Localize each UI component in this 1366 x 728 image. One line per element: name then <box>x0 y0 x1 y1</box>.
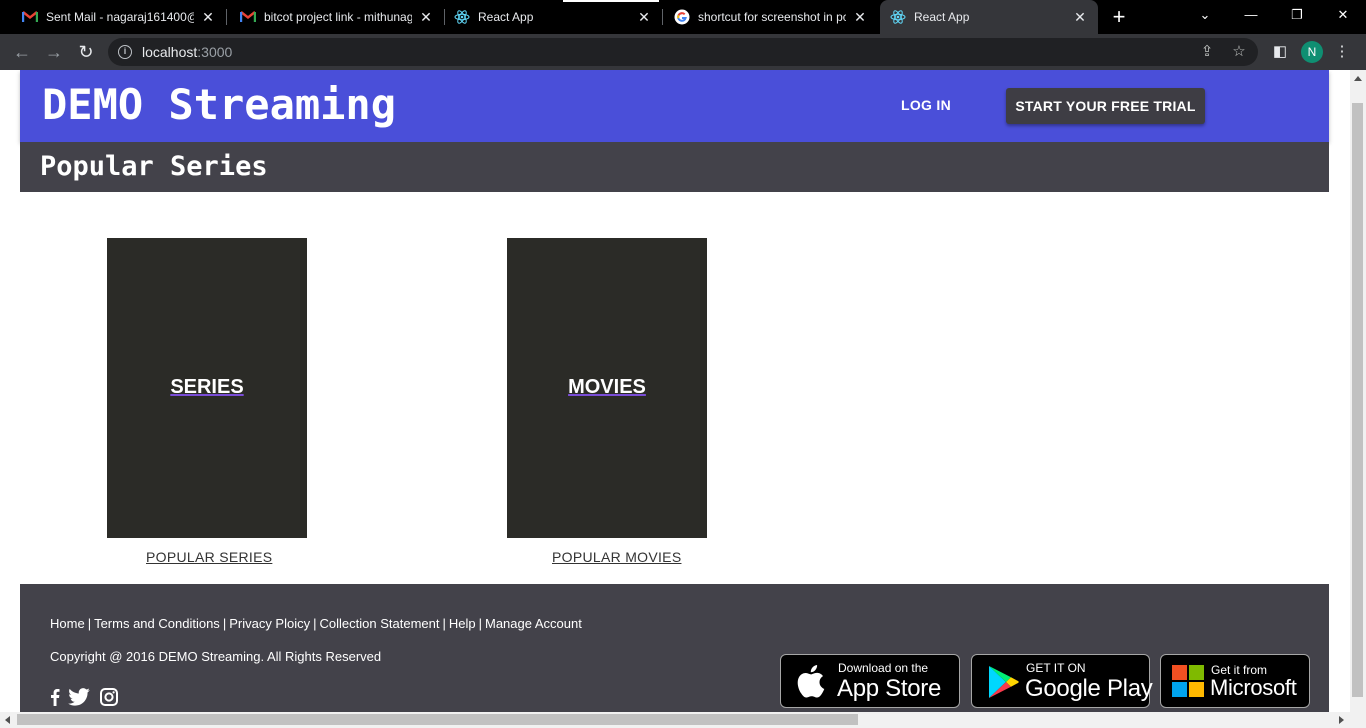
google-play-small-text: GET IT ON <box>1026 661 1086 675</box>
free-trial-button[interactable]: START YOUR FREE TRIAL <box>1006 88 1205 124</box>
apple-icon <box>795 663 825 704</box>
kebab-menu-icon[interactable]: ⋮ <box>1332 42 1352 62</box>
tab-title: React App <box>478 10 534 24</box>
tab-title: bitcot project link - mithunag <box>264 10 412 24</box>
side-panel-icon[interactable]: ◧ <box>1270 42 1290 62</box>
popular-movies-link[interactable]: POPULAR MOVIES <box>552 549 681 565</box>
close-tab-icon[interactable]: ✕ <box>852 9 868 25</box>
google-play-large-text: Google Play <box>1025 675 1153 702</box>
footer-link-collection[interactable]: Collection Statement <box>320 616 440 631</box>
app-store-badge[interactable]: Download on the App Store <box>780 654 960 708</box>
react-icon <box>454 9 470 25</box>
react-icon <box>890 9 906 25</box>
forward-arrow-icon[interactable]: → <box>42 40 66 64</box>
tab-bitcot-project[interactable]: bitcot project link - mithunag ✕ <box>218 0 444 34</box>
gmail-icon <box>22 9 38 25</box>
tab-title: Sent Mail - nagaraj161400@ <box>46 10 194 24</box>
new-tab-icon[interactable]: + <box>1108 6 1130 28</box>
url-port: :3000 <box>197 44 233 60</box>
restore-icon[interactable]: ❐ <box>1274 0 1320 30</box>
link-separator: | <box>313 616 317 631</box>
footer-link-manage-account[interactable]: Manage Account <box>485 616 582 631</box>
footer-link-home[interactable]: Home <box>50 616 85 631</box>
reload-icon[interactable]: ↻ <box>74 40 98 64</box>
footer-link-terms[interactable]: Terms and Conditions <box>94 616 220 631</box>
site-footer: Home | Terms and Conditions | Privacy Ploicy… <box>20 584 1329 712</box>
google-play-badge[interactable]: GET IT ON Google Play <box>971 654 1153 708</box>
link-separator: | <box>222 616 227 631</box>
url-text[interactable]: localhost:3000 <box>142 44 232 60</box>
movies-tile-label[interactable]: MOVIES <box>507 376 707 399</box>
app-store-large-text: App Store <box>837 675 942 702</box>
horizontal-scroll-thumb[interactable] <box>17 714 858 725</box>
back-arrow-icon[interactable]: ← <box>10 40 34 64</box>
address-bar[interactable]: i localhost:3000 ⇪ ☆ <box>108 38 1258 66</box>
login-link[interactable]: LOG IN <box>901 97 951 113</box>
tab-sent-mail[interactable]: Sent Mail - nagaraj161400@ ✕ <box>0 0 226 34</box>
page-title: Popular Series <box>40 151 268 182</box>
link-separator: | <box>87 616 92 631</box>
brand-logo[interactable]: DEMO Streaming <box>42 80 396 129</box>
link-separator: | <box>442 616 446 631</box>
browser-toolbar: ← → ↻ i localhost:3000 ⇪ ☆ ◧ N ⋮ <box>0 34 1366 70</box>
instagram-icon[interactable] <box>100 688 118 708</box>
facebook-icon[interactable] <box>50 688 60 708</box>
browser-tab-strip: Sent Mail - nagaraj161400@ ✕ bitcot proj… <box>0 0 1366 34</box>
scroll-left-arrow-icon[interactable] <box>5 716 10 724</box>
site-info-icon[interactable]: i <box>118 45 132 59</box>
series-tile-label[interactable]: SERIES <box>107 376 307 399</box>
tab-react-app-active[interactable]: React App ✕ <box>880 0 1098 34</box>
microsoft-badge[interactable]: Get it from Microsoft <box>1160 654 1310 708</box>
url-host: localhost <box>142 44 198 60</box>
scroll-right-arrow-icon[interactable] <box>1339 716 1344 724</box>
twitter-icon[interactable] <box>68 688 90 708</box>
vertical-scrollbar[interactable] <box>1350 70 1366 712</box>
horizontal-scrollbar[interactable] <box>0 712 1366 728</box>
footer-link-privacy[interactable]: Privacy Ploicy <box>229 616 310 631</box>
site-header: DEMO Streaming LOG IN START YOUR FREE TR… <box>20 70 1329 142</box>
page-subheader: Popular Series <box>20 142 1329 192</box>
google-icon <box>674 9 690 25</box>
profile-avatar[interactable]: N <box>1301 41 1323 63</box>
tab-title: React App <box>914 10 970 24</box>
close-window-icon[interactable]: ✕ <box>1320 0 1366 30</box>
gmail-icon <box>240 9 256 25</box>
tab-title: shortcut for screenshot in pc <box>698 10 846 24</box>
popular-series-link[interactable]: POPULAR SERIES <box>146 549 272 565</box>
vertical-scroll-thumb[interactable] <box>1352 103 1363 697</box>
movies-tile[interactable]: MOVIES <box>507 238 707 538</box>
page-viewport: DEMO Streaming LOG IN START YOUR FREE TR… <box>0 70 1350 712</box>
close-tab-icon[interactable]: ✕ <box>200 9 216 25</box>
tab-google-search[interactable]: shortcut for screenshot in pc ✕ <box>652 0 878 34</box>
minimize-icon[interactable]: — <box>1228 0 1274 30</box>
share-icon[interactable]: ⇪ <box>1198 43 1216 61</box>
app-store-small-text: Download on the <box>838 661 929 675</box>
tab-search-chevron-icon[interactable]: ⌄ <box>1182 0 1228 30</box>
footer-link-help[interactable]: Help <box>449 616 476 631</box>
close-tab-icon[interactable]: ✕ <box>636 9 652 25</box>
google-play-icon <box>988 665 1020 704</box>
bookmark-star-icon[interactable]: ☆ <box>1230 43 1248 61</box>
microsoft-large-text: Microsoft <box>1210 675 1297 700</box>
copyright-text: Copyright @ 2016 DEMO Streaming. All Rig… <box>50 649 382 664</box>
footer-links: Home | Terms and Conditions | Privacy Ploicy… <box>50 616 582 631</box>
close-tab-icon[interactable]: ✕ <box>1072 9 1088 25</box>
series-tile[interactable]: SERIES <box>107 238 307 538</box>
scroll-up-arrow-icon[interactable] <box>1354 76 1362 81</box>
tab-react-app[interactable]: React App ✕ <box>432 0 662 34</box>
link-separator: | <box>478 616 482 631</box>
microsoft-icon <box>1172 665 1204 702</box>
